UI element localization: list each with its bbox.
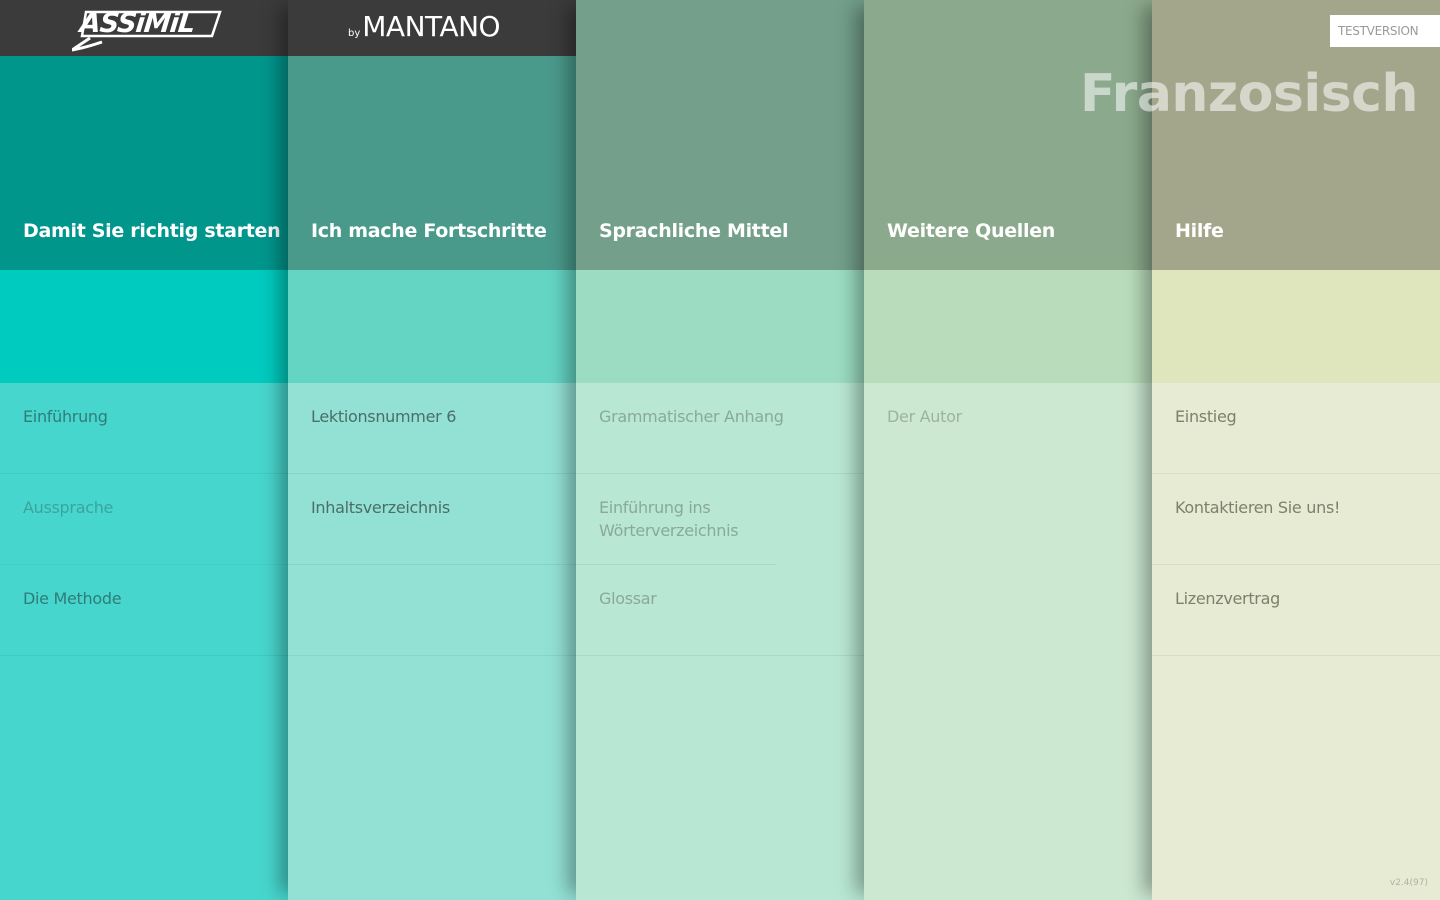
column-accent-band (288, 270, 576, 383)
assimil-logo-text: ASSiMiL (78, 8, 197, 39)
column-header[interactable]: Damit Sie richtig starten ... (0, 56, 288, 270)
column-header[interactable]: Sprachliche Mittel (576, 56, 864, 270)
column-heading: Sprachliche Mittel (599, 220, 789, 242)
empty-row (288, 565, 576, 656)
column-item-list: Grammatischer Anhang Einführung ins Wört… (576, 383, 864, 656)
column-heading: Hilfe (1175, 220, 1224, 242)
menu-item-contact-us[interactable]: Kontaktieren Sie uns! (1152, 474, 1440, 565)
column-help: Hilfe Einstieg Kontaktieren Sie uns! Liz… (1152, 0, 1440, 900)
menu-item-lesson-number[interactable]: Lektionsnummer 6 (288, 383, 576, 474)
mantano-by-text: by (348, 28, 361, 39)
mantano-logo: byMANTANO (348, 10, 501, 43)
trial-version-badge: TESTVERSION (1330, 15, 1440, 47)
menu-item-glossary-intro[interactable]: Einführung ins Wörterverzeichnis (576, 474, 776, 565)
column-heading: Weitere Quellen (887, 220, 1056, 242)
version-label: v2.4(97) (1389, 878, 1428, 888)
column-getting-started: Damit Sie richtig starten ... Einführung… (0, 0, 288, 900)
column-item-list: Einstieg Kontaktieren Sie uns! Lizenzver… (1152, 383, 1440, 656)
menu-item-license[interactable]: Lizenzvertrag (1152, 565, 1440, 656)
column-top-band (576, 0, 864, 56)
column-header[interactable]: Ich mache Fortschritte (288, 56, 576, 270)
column-item-list: Lektionsnummer 6 Inhaltsverzeichnis (288, 383, 576, 656)
column-heading: Ich mache Fortschritte (311, 220, 547, 242)
column-item-list: Einführung Aussprache Die Methode (0, 383, 288, 656)
page-title: Franzosisch (1079, 64, 1419, 124)
column-accent-band (1152, 270, 1440, 383)
assimil-logo: ASSiMiL (72, 6, 222, 52)
menu-item-table-of-contents[interactable]: Inhaltsverzeichnis (288, 474, 576, 565)
column-progress: Ich mache Fortschritte Lektionsnummer 6 … (288, 0, 576, 900)
column-accent-band (0, 270, 288, 383)
column-further-sources: Weitere Quellen Der Autor (864, 0, 1152, 900)
column-accent-band (864, 270, 1152, 383)
home-screen: Damit Sie richtig starten ... Einführung… (0, 0, 1440, 900)
mantano-logo-text: MANTANO (362, 10, 501, 43)
menu-item-grammar-appendix[interactable]: Grammatischer Anhang (576, 383, 864, 474)
menu-item-introduction[interactable]: Einführung (0, 383, 288, 474)
menu-item-pronunciation[interactable]: Aussprache (0, 474, 288, 565)
column-language-resources: Sprachliche Mittel Grammatischer Anhang … (576, 0, 864, 900)
menu-item-getting-started[interactable]: Einstieg (1152, 383, 1440, 474)
menu-item-author[interactable]: Der Autor (864, 383, 1152, 474)
column-top-band (864, 0, 1152, 56)
column-item-list: Der Autor (864, 383, 1152, 474)
menu-item-method[interactable]: Die Methode (0, 565, 288, 656)
column-heading: Damit Sie richtig starten ... (23, 220, 288, 242)
column-accent-band (576, 270, 864, 383)
menu-item-glossary[interactable]: Glossar (576, 565, 864, 656)
